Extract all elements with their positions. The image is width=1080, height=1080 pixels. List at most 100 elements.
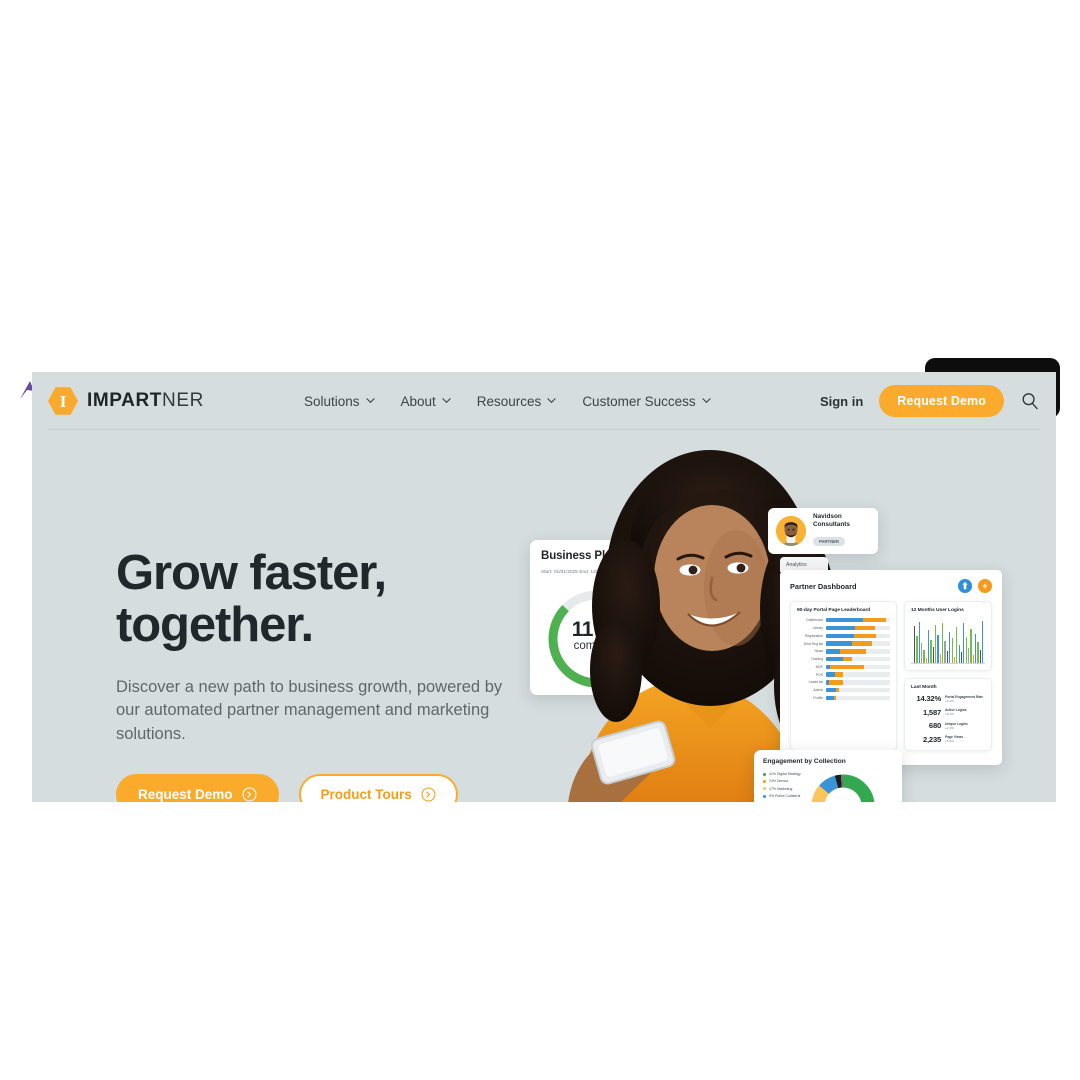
nav-label: Resources — [476, 393, 542, 409]
leaderboard-row: Training — [797, 656, 890, 662]
login-bar — [960, 652, 963, 663]
bar-segment-blue — [826, 656, 843, 662]
legend-item: 41% Digital Strategy — [763, 772, 801, 776]
nav-item-resources[interactable]: Resources — [477, 394, 557, 409]
bar-segment-orange — [842, 656, 852, 662]
dashboard-title: Partner Dashboard — [790, 581, 857, 591]
login-bar — [928, 629, 930, 663]
nav-label: Customer Success — [582, 393, 696, 409]
leaderboard-row: Admin — [797, 688, 890, 693]
bar-segment-orange — [854, 633, 876, 638]
leaderboard-bar-track — [826, 672, 890, 677]
engagement-card: Engagement by Collection 41% Digital Str… — [754, 750, 902, 802]
login-bar — [958, 645, 960, 663]
hero-section: Grow faster, together. Discover a new pa… — [32, 430, 1056, 802]
login-bar — [979, 650, 981, 663]
nav-item-solutions[interactable]: Solutions — [304, 394, 375, 409]
leaderboard-row-label: Training — [810, 657, 823, 662]
bar-segment-orange — [855, 625, 876, 631]
leaderboard-bar-track — [826, 688, 890, 693]
chevron-down-icon — [701, 396, 711, 405]
login-bar — [949, 631, 951, 663]
dashboard-right-column: 12 Months User Logins Last Month 14.32% P… — [904, 601, 992, 751]
site-header: I IMPARTNER Solutions About Resources Cu… — [32, 372, 1056, 430]
product-tours-label: Product Tours — [320, 787, 412, 802]
chevron-down-icon — [365, 396, 375, 405]
sign-in-link[interactable]: Sign in — [820, 394, 863, 409]
leaderboard-row-label: MDF — [815, 664, 823, 669]
stat-meta: Portal Engagement Rate +3.2% — [945, 695, 983, 703]
dashboard-header: Partner Dashboard ⬆ + — [790, 579, 992, 593]
login-bar — [914, 626, 916, 663]
nav-item-about[interactable]: About — [401, 394, 451, 409]
webpage-viewport: I IMPARTNER Solutions About Resources Cu… — [32, 372, 1056, 802]
chevron-down-icon — [547, 396, 556, 405]
leaderboard-row-label: News — [814, 649, 823, 654]
login-bar — [942, 622, 944, 663]
login-bar — [939, 654, 942, 663]
engagement-body: 41% Digital Strategy 24% Demos 17% Marketi… — [763, 770, 893, 802]
login-bar — [956, 627, 958, 663]
headline-line-1: Grow faster, — [116, 546, 387, 600]
login-bar — [970, 628, 972, 663]
leaderboard-row: MDF — [797, 664, 890, 670]
nav-item-customer-success[interactable]: Customer Success — [582, 393, 711, 409]
leaderboard-row: Registration — [797, 633, 890, 638]
login-bar — [974, 634, 977, 663]
partner-name-line2: Consultants — [813, 521, 850, 528]
legend-item: 17% Marketing — [763, 787, 801, 791]
leaderboard-row-label: Profile — [813, 696, 823, 700]
brand-logo[interactable]: I IMPARTNER — [48, 386, 204, 416]
engagement-donut-chart — [807, 770, 879, 802]
bar-segment-blue — [826, 672, 835, 677]
legend-label: 41% Digital Strategy — [769, 772, 801, 776]
leaderboard-row: POS — [797, 672, 890, 677]
nav-label: About — [400, 393, 436, 409]
logins-card: 12 Months User Logins — [904, 601, 992, 671]
bar-segment-blue — [826, 618, 864, 623]
leaderboard-bar-track — [826, 680, 890, 685]
stat-delta: +2.4% — [945, 725, 954, 730]
last-month-stats: 14.32% Portal Engagement Rate +3.2% 1,587 Ac… — [911, 694, 985, 744]
leaderboard-row-label: Dashboard — [806, 618, 823, 623]
legend-item: 9% Public Collateral — [763, 794, 801, 798]
hero-subcopy: Discover a new path to business growth, … — [116, 677, 503, 743]
product-tours-button[interactable]: Product Tours — [298, 774, 458, 802]
leaderboard-bar-track — [826, 641, 890, 646]
bar-segment-blue — [826, 625, 856, 631]
request-demo-label: Request Demo — [138, 787, 233, 802]
bar-segment-blue — [826, 649, 841, 654]
leaderboard-row-label: Registration — [804, 633, 823, 638]
stat-delta: +3.2% — [945, 698, 954, 703]
login-bar — [972, 654, 974, 663]
add-icon-button[interactable]: + — [978, 579, 992, 593]
leaderboard-bar-track — [826, 625, 890, 631]
login-bar — [930, 639, 932, 663]
leaderboard-row-label: Leads list — [808, 680, 823, 685]
upload-icon-button[interactable]: ⬆ — [958, 579, 972, 593]
partner-dashboard-panel: Partner Dashboard ⬆ + 90-day Portal Page… — [780, 570, 1002, 765]
request-demo-button-header[interactable]: Request Demo — [879, 385, 1004, 417]
login-bar — [918, 621, 920, 663]
legend-label: 9% Public Collateral — [769, 794, 801, 799]
leaderboard-row-label: Library — [812, 625, 823, 630]
arrow-circle-right-icon — [242, 787, 257, 802]
legend-color-swatch — [763, 772, 766, 776]
legend-label: 24% Demos — [769, 779, 789, 784]
stat-value: 14.32% — [916, 694, 941, 703]
partner-name-line1: Navidson — [813, 513, 842, 520]
main-navigation: Solutions About Resources Customer Succe… — [304, 394, 711, 409]
header-actions: Sign in Request Demo — [820, 385, 1040, 417]
login-bar — [921, 643, 923, 663]
login-bar — [935, 625, 937, 663]
search-icon[interactable] — [1020, 391, 1040, 411]
stat-meta: Unique Logins +2.4% — [945, 722, 968, 730]
request-demo-button[interactable]: Request Demo — [116, 774, 279, 802]
stat-row: 680 Unique Logins +2.4% — [911, 721, 985, 730]
bar-segment-orange — [834, 672, 843, 677]
bar-segment-orange — [840, 649, 866, 654]
login-bar — [932, 646, 934, 663]
logins-title: 12 Months User Logins — [911, 608, 964, 613]
login-bar — [965, 636, 967, 663]
leaderboard-row: Dashboard — [797, 618, 890, 623]
